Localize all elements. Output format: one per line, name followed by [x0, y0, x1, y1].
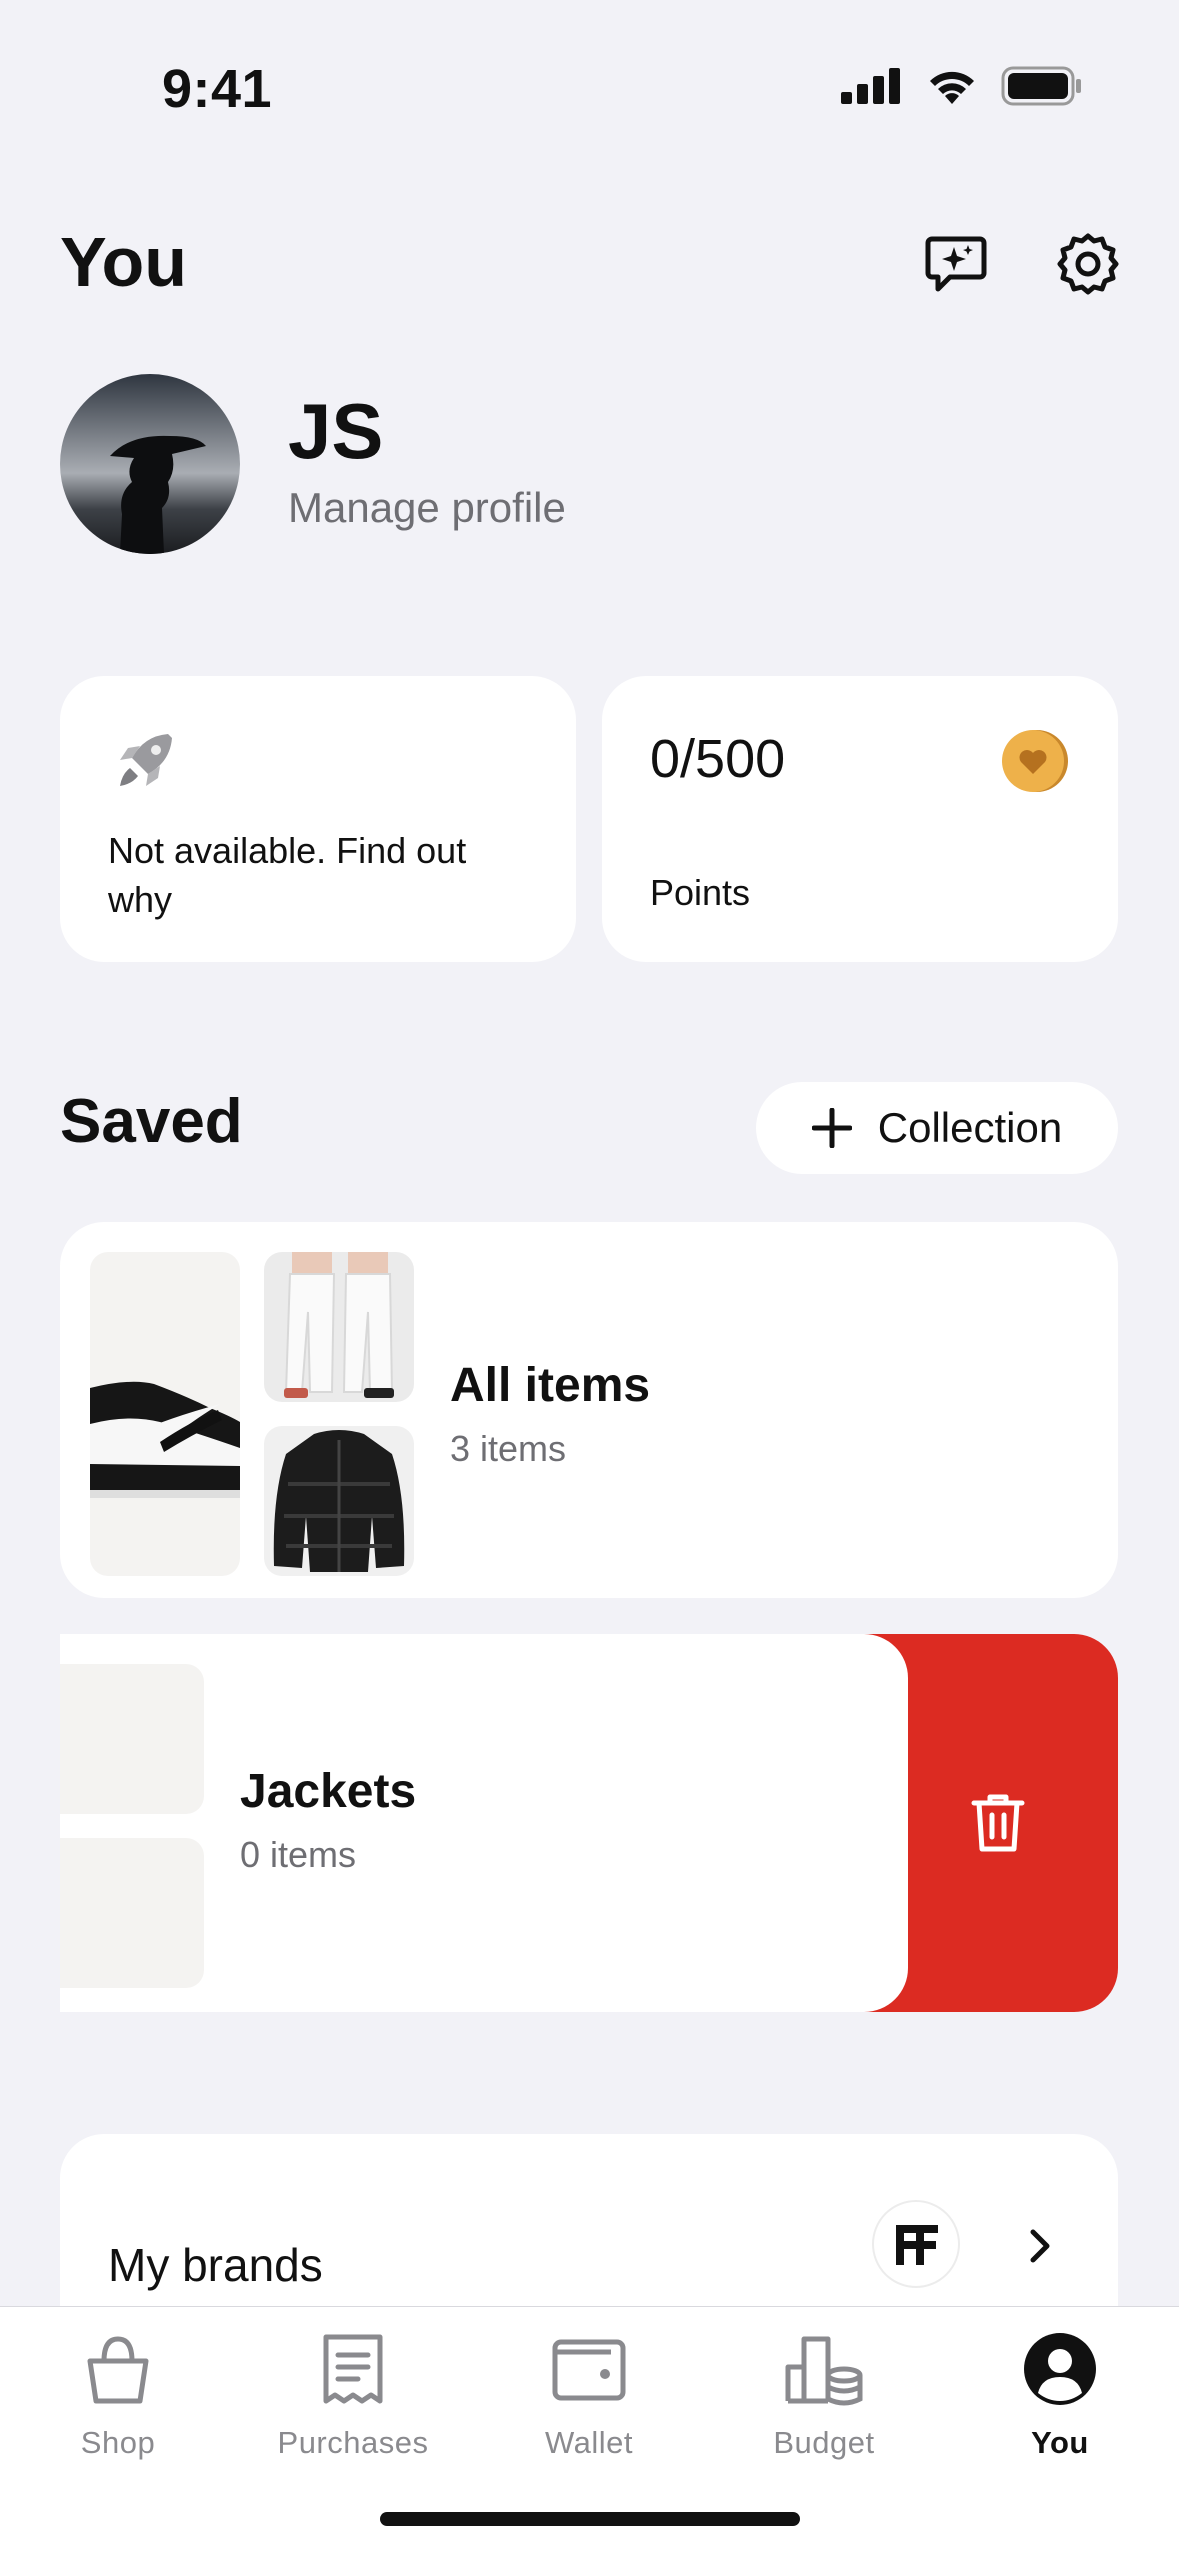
collection-title: Jackets	[240, 1765, 417, 1818]
saved-title: Saved	[60, 1087, 243, 1156]
promo-card[interactable]: Not available. Find out why	[60, 676, 576, 962]
tab-wallet[interactable]: Wallet	[489, 2327, 689, 2461]
jacket-image	[273, 1430, 405, 1572]
bag-icon	[87, 2336, 149, 2404]
status-time: 9:41	[162, 59, 273, 119]
sneaker-thumbnail	[90, 1252, 240, 1576]
person-icon	[1024, 2333, 1096, 2405]
you-screen: 9:41 You JS Manage profile Not available…	[0, 0, 1179, 2556]
plus-icon	[811, 1108, 852, 1148]
chat-sparkle-icon	[925, 236, 987, 292]
avatar[interactable]	[60, 374, 240, 554]
tab-label: You	[1031, 2425, 1089, 2460]
heart-coin-icon	[1002, 730, 1068, 792]
ai-chat-button[interactable]	[920, 228, 992, 300]
tab-label: Budget	[773, 2425, 875, 2460]
empty-thumbnail-1	[60, 1664, 204, 1814]
tab-label: Shop	[80, 2425, 156, 2460]
pants-thumbnail	[264, 1252, 414, 1402]
points-label: Points	[650, 872, 751, 913]
trash-icon	[971, 1794, 1025, 1852]
promo-text: Not available. Find out why	[108, 830, 467, 920]
collection-jackets[interactable]: Jackets 0 items	[60, 1634, 908, 2012]
pants-image	[284, 1252, 394, 1398]
sneaker-image	[90, 1381, 240, 1498]
chevron-right-icon	[1030, 2229, 1050, 2263]
home-indicator	[380, 2512, 800, 2526]
battery-icon	[1001, 66, 1081, 106]
collection-count: 3 items	[450, 1428, 567, 1469]
tab-you[interactable]: You	[960, 2327, 1160, 2461]
points-value: 0/500	[650, 729, 786, 789]
wallet-icon	[552, 2339, 626, 2401]
add-collection-label: Collection	[877, 1104, 1063, 1151]
jacket-thumbnail	[264, 1426, 414, 1576]
points-card[interactable]: 0/500 Points	[602, 676, 1118, 962]
collection-count: 0 items	[240, 1834, 357, 1875]
collection-title: All items	[450, 1359, 651, 1412]
rocket-icon	[120, 734, 172, 786]
gear-icon	[1057, 233, 1119, 295]
profile-initials: JS	[288, 387, 384, 475]
wifi-icon	[930, 71, 974, 104]
signal-icon	[841, 68, 900, 104]
tab-budget[interactable]: Budget	[724, 2327, 924, 2461]
brand-logo	[872, 2200, 960, 2288]
my-brands-title: My brands	[108, 2239, 323, 2291]
collection-all-items[interactable]: All items 3 items	[60, 1222, 1118, 1598]
settings-button[interactable]	[1052, 228, 1124, 300]
manage-profile-link[interactable]: Manage profile	[288, 484, 566, 532]
receipt-icon	[323, 2334, 383, 2404]
add-collection-button[interactable]: Collection	[756, 1082, 1118, 1174]
tab-label: Purchases	[277, 2425, 429, 2460]
profile-photo	[60, 374, 240, 554]
budget-icon	[785, 2336, 863, 2406]
status-icons	[841, 66, 1083, 106]
page-title: You	[60, 223, 188, 301]
tab-label: Wallet	[545, 2425, 633, 2460]
tab-shop[interactable]: Shop	[18, 2327, 218, 2461]
empty-thumbnail-2	[60, 1838, 204, 1988]
farfetch-logo	[896, 2225, 938, 2265]
tab-purchases[interactable]: Purchases	[253, 2327, 453, 2461]
